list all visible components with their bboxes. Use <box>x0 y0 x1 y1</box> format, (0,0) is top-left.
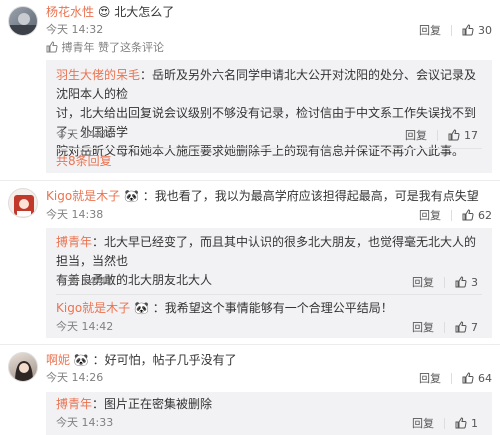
comment-time: 今天 14:38 <box>46 208 104 221</box>
comment-username[interactable]: 杨花水性 <box>46 5 94 19</box>
reply-username[interactable]: Kigo就是木子 <box>56 301 130 315</box>
divider <box>56 294 482 295</box>
panda-icon: 🐼 <box>124 189 139 203</box>
reply-text: ：我希望这个事情能够有一个合理公平结局！ <box>152 301 393 315</box>
avatar[interactable] <box>8 352 38 382</box>
divider <box>0 344 500 345</box>
comment-text: ：我也看了，我以为最高学府应该担得起最高，可是我有点失望 <box>142 189 479 203</box>
thumbs-up-icon[interactable] <box>455 417 467 429</box>
thumbs-up-icon[interactable] <box>462 209 474 221</box>
reply-item: 羽生大佬的呆毛：岳昕及另外六名同学申请北大公开对沈阳的处分、会议记录及沈阳本人的… <box>56 66 482 161</box>
reply-button[interactable]: 回复 <box>412 415 434 431</box>
thumbs-up-icon <box>46 41 58 53</box>
reply-box: 羽生大佬的呆毛：岳昕及另外六名同学申请北大公开对沈阳的处分、会议记录及沈阳本人的… <box>46 60 492 173</box>
reply-time: 今天 14:33 <box>56 416 114 429</box>
like-count: 3 <box>471 275 478 289</box>
panda-icon: 🐼 <box>73 353 89 367</box>
heart-eyes-icon: 😍 <box>97 5 111 19</box>
avatar[interactable] <box>8 6 38 36</box>
liked-by-user[interactable]: 搏青年 <box>62 41 95 54</box>
reply-time: 今天 14:41 <box>56 275 114 288</box>
liked-by-text: 赞了这条评论 <box>94 41 164 54</box>
more-replies-link[interactable]: 共8条回复 <box>56 153 112 169</box>
thumbs-up-icon[interactable] <box>462 24 474 36</box>
reply-username[interactable]: 搏青年 <box>56 397 92 411</box>
reply-username[interactable]: 羽生大佬的呆毛 <box>56 68 140 82</box>
reply-button[interactable]: 回复 <box>419 22 441 38</box>
reply-button[interactable]: 回复 <box>412 319 434 335</box>
like-count: 1 <box>471 416 478 430</box>
reply-button[interactable]: 回复 <box>419 207 441 223</box>
reply-text: ：图片正在密集被删除 <box>92 397 213 411</box>
comment-list: 杨花水性 😍 北大怎么了 今天 14:32 回复 30 搏青年 赞了这条评论 羽… <box>0 0 500 435</box>
reply-time: 今天 14:42 <box>56 320 114 333</box>
comment-username[interactable]: 啊妮 <box>46 353 70 367</box>
like-count: 62 <box>478 208 492 222</box>
panda-icon: 🐼 <box>134 301 149 315</box>
thumbs-up-icon[interactable] <box>455 276 467 288</box>
comment-time: 今天 14:26 <box>46 371 104 384</box>
reply-time: 今天 14:38 <box>56 128 114 141</box>
reply-button[interactable]: 回复 <box>419 370 441 386</box>
thumbs-up-icon[interactable] <box>462 372 474 384</box>
divider <box>0 180 500 181</box>
reply-item: 搏青年：图片正在密集被删除 <box>56 396 212 412</box>
like-count: 17 <box>464 128 478 142</box>
comment-text: ：好可怕，帖子几乎没有了 <box>92 353 237 367</box>
thumbs-up-icon[interactable] <box>455 321 467 333</box>
like-count: 7 <box>471 320 478 334</box>
reply-box: 搏青年：北大早已经变了，而且其中认识的很多北大朋友，也觉得毫无北大人的担当，当然… <box>46 228 492 338</box>
avatar[interactable] <box>8 188 38 218</box>
reply-username[interactable]: 搏青年 <box>56 235 92 249</box>
divider <box>56 148 482 149</box>
reply-item: Kigo就是木子 🐼 ：我希望这个事情能够有一个合理公平结局！ <box>56 300 393 316</box>
comment-time: 今天 14:32 <box>46 23 104 36</box>
comment-text: 北大怎么了 <box>114 5 175 19</box>
comment-username[interactable]: Kigo就是木子 <box>46 189 120 203</box>
reply-box: 搏青年：图片正在密集被删除 今天 14:33 回复 1 <box>46 392 492 435</box>
like-count: 64 <box>478 371 492 385</box>
reply-button[interactable]: 回复 <box>405 127 427 143</box>
like-count: 30 <box>478 23 492 37</box>
reply-text: ：北大早已经变了，而且其中认识的很多北大朋友，也觉得毫无北大人的担当，当然也 <box>56 235 477 268</box>
thumbs-up-icon[interactable] <box>448 129 460 141</box>
reply-text: 院对岳昕父母和她本人施压要求她删除手上的现有信息并保证不再介入此事。 <box>56 144 465 158</box>
reply-button[interactable]: 回复 <box>412 274 434 290</box>
